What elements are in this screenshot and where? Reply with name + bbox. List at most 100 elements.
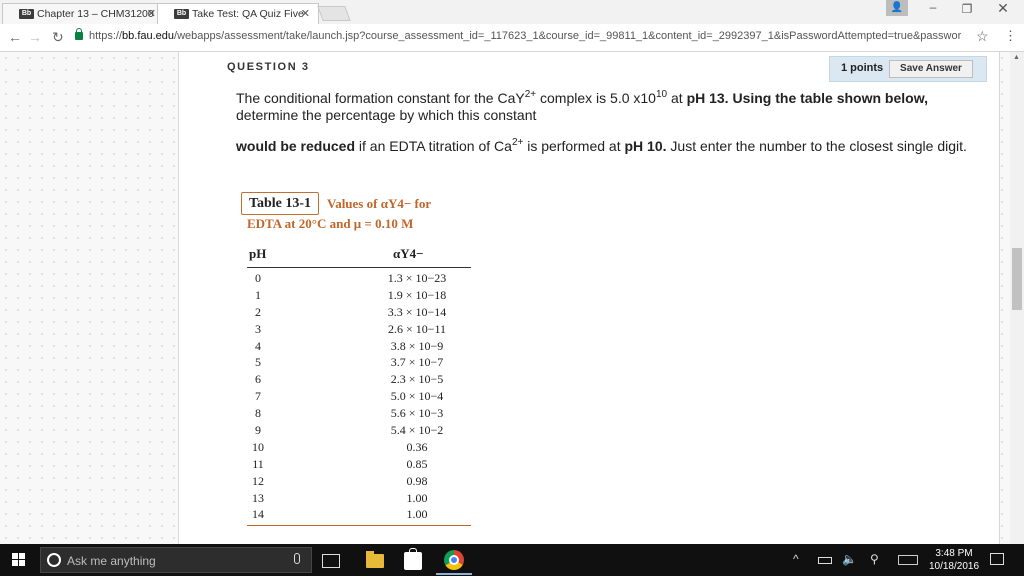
question-bold-text: would be reduced (236, 138, 356, 154)
menu-icon[interactable]: ⋮ (1004, 28, 1017, 44)
question-text-paragraph-1: The conditional formation constant for t… (236, 90, 976, 124)
alpha-value: 1.9 × 10−18 (387, 287, 447, 302)
alpha-value: 2.3 × 10−5 (390, 372, 444, 387)
ph-value: 9 (255, 423, 261, 438)
question-text: The conditional formation constant for t… (236, 90, 525, 106)
ph-value: 0 (255, 271, 261, 285)
table-title-line-2: EDTA at 20°C and μ = 0.10 M (247, 216, 414, 231)
ph-value: 12 (252, 473, 264, 488)
alpha-value: 1.3 × 10−23 (387, 271, 447, 285)
ph-value: 14 (252, 507, 264, 522)
lock-icon[interactable] (75, 28, 83, 40)
table-row: 1 1.9 × 10−18 (247, 287, 471, 304)
table-row: 2 3.3 × 10−14 (247, 304, 471, 321)
alpha-value: 0.85 (406, 456, 428, 471)
new-tab-button[interactable] (317, 6, 351, 21)
network-icon[interactable]: ⚲ (870, 552, 879, 566)
alpha-value: 2.6 × 10−11 (387, 321, 447, 336)
table-body: 0 1.3 × 10−23 1 1.9 × 10−18 2 3.3 × 10−14 3 2.6… (247, 268, 471, 523)
address-bar: ← → ↻ https://bb.fau.edu/webapps/assessm… (0, 24, 1024, 52)
store-icon[interactable] (404, 548, 422, 570)
scroll-up-arrow-icon[interactable]: ▲ (1013, 54, 1020, 61)
window-close-icon[interactable]: ✕ (988, 0, 1018, 17)
back-arrow-icon[interactable]: ← (8, 29, 22, 45)
alpha-value: 3.3 × 10−14 (387, 304, 447, 319)
table-row: 0 1.3 × 10−23 (247, 270, 471, 287)
search-placeholder: Ask me anything (67, 554, 156, 568)
ph-value: 10 (252, 439, 264, 454)
blackboard-icon: Bb (19, 9, 34, 19)
page-background: QUESTION 3 1 points Save Answer The cond… (0, 52, 1024, 544)
volume-icon[interactable]: 🔈 (842, 552, 857, 566)
alpha-values-table: pH αY4− 0 1.3 × 10−23 1 1.9 × 10−18 2 3.3 × 1… (247, 244, 471, 527)
tab-label: Chapter 13 – CHM31200 (37, 8, 154, 20)
tab-label: Take Test: QA Quiz Five (192, 8, 304, 20)
bookmark-star-icon[interactable]: ☆ (976, 28, 989, 45)
alpha-value: 1.00 (406, 490, 428, 505)
question-bold-text: pH 10. (624, 138, 667, 154)
url-path: /webapps/assessment/take/launch.jsp?cour… (174, 30, 962, 42)
table-header-row: pH αY4− (247, 244, 471, 268)
table-number-label: Table 13-1 (241, 192, 319, 215)
profile-icon[interactable]: 👤 (886, 0, 908, 16)
microphone-icon[interactable] (294, 553, 300, 564)
notifications-icon[interactable] (990, 553, 1004, 565)
active-app-indicator (436, 573, 472, 575)
url-field[interactable]: https://bb.fau.edu/webapps/assessment/ta… (89, 30, 974, 42)
table-row: 11 0.85 (247, 456, 471, 473)
ph-value: 1 (255, 287, 261, 302)
cortana-icon (47, 553, 61, 567)
question-header: QUESTION 3 1 points Save Answer (179, 56, 987, 82)
chevron-up-icon[interactable]: ^ (793, 552, 799, 566)
ph-value: 5 (255, 355, 261, 370)
question-text-paragraph-2: would be reduced if an EDTA titration of… (236, 138, 976, 155)
blackboard-icon: Bb (174, 9, 189, 19)
battery-icon[interactable] (818, 557, 832, 564)
question-text: if an EDTA titration of Ca (355, 138, 512, 154)
windows-start-icon[interactable] (12, 553, 26, 567)
close-icon[interactable]: ✕ (147, 7, 156, 20)
alpha-value: 5.4 × 10−2 (390, 423, 444, 438)
points-label: 1 points (841, 62, 884, 74)
ph-value: 6 (255, 372, 261, 387)
table-row: 14 1.00 (247, 506, 471, 523)
tab-take-test[interactable]: Bb Take Test: QA Quiz Five ✕ (157, 3, 319, 24)
url-host: bb.fau.edu (122, 30, 175, 42)
page-scrollbar[interactable]: ▲ (1010, 52, 1024, 544)
task-view-icon[interactable] (322, 554, 340, 568)
tab-chapter-13[interactable]: Bb Chapter 13 – CHM31200 ✕ (2, 3, 165, 24)
system-clock[interactable]: 3:48 PM 10/18/2016 (922, 547, 986, 573)
clock-date: 10/18/2016 (928, 561, 980, 572)
column-header-alpha: αY4− (393, 246, 424, 261)
table-row: 5 3.7 × 10−7 (247, 354, 471, 371)
question-bold-text: pH 13. Using the table shown below, (686, 90, 928, 106)
close-icon[interactable]: ✕ (301, 7, 310, 20)
reload-icon[interactable]: ↻ (52, 29, 64, 46)
column-header-ph: pH (249, 246, 267, 261)
ph-value: 4 (255, 338, 261, 353)
superscript: 2+ (524, 89, 537, 100)
ph-value: 2 (255, 304, 261, 319)
scrollbar-thumb[interactable] (1012, 248, 1022, 310)
ph-value: 13 (252, 490, 264, 505)
superscript: 2+ (511, 137, 524, 148)
question-text: Just enter the number to the closest sin… (666, 138, 967, 154)
question-panel: QUESTION 3 1 points Save Answer The cond… (178, 52, 1000, 544)
table-bottom-rule (247, 525, 471, 527)
points-box: 1 points Save Answer (829, 56, 987, 82)
cortana-search-box[interactable]: Ask me anything (40, 547, 312, 573)
forward-arrow-icon[interactable]: → (28, 29, 42, 45)
alpha-value: 3.7 × 10−7 (390, 355, 444, 370)
superscript: 10 (655, 89, 668, 100)
keyboard-icon[interactable] (898, 555, 918, 565)
ph-value: 8 (255, 406, 261, 421)
restore-icon[interactable]: ❐ (952, 2, 982, 16)
chrome-icon[interactable] (444, 550, 464, 570)
save-answer-button[interactable]: Save Answer (889, 60, 973, 78)
minimize-icon[interactable]: – (918, 0, 948, 14)
table-row: 9 5.4 × 10−2 (247, 422, 471, 439)
file-explorer-icon[interactable] (366, 551, 384, 568)
alpha-value: 5.0 × 10−4 (390, 389, 444, 404)
question-text: determine the percentage by which this c… (236, 107, 537, 123)
table-row: 13 1.00 (247, 490, 471, 507)
